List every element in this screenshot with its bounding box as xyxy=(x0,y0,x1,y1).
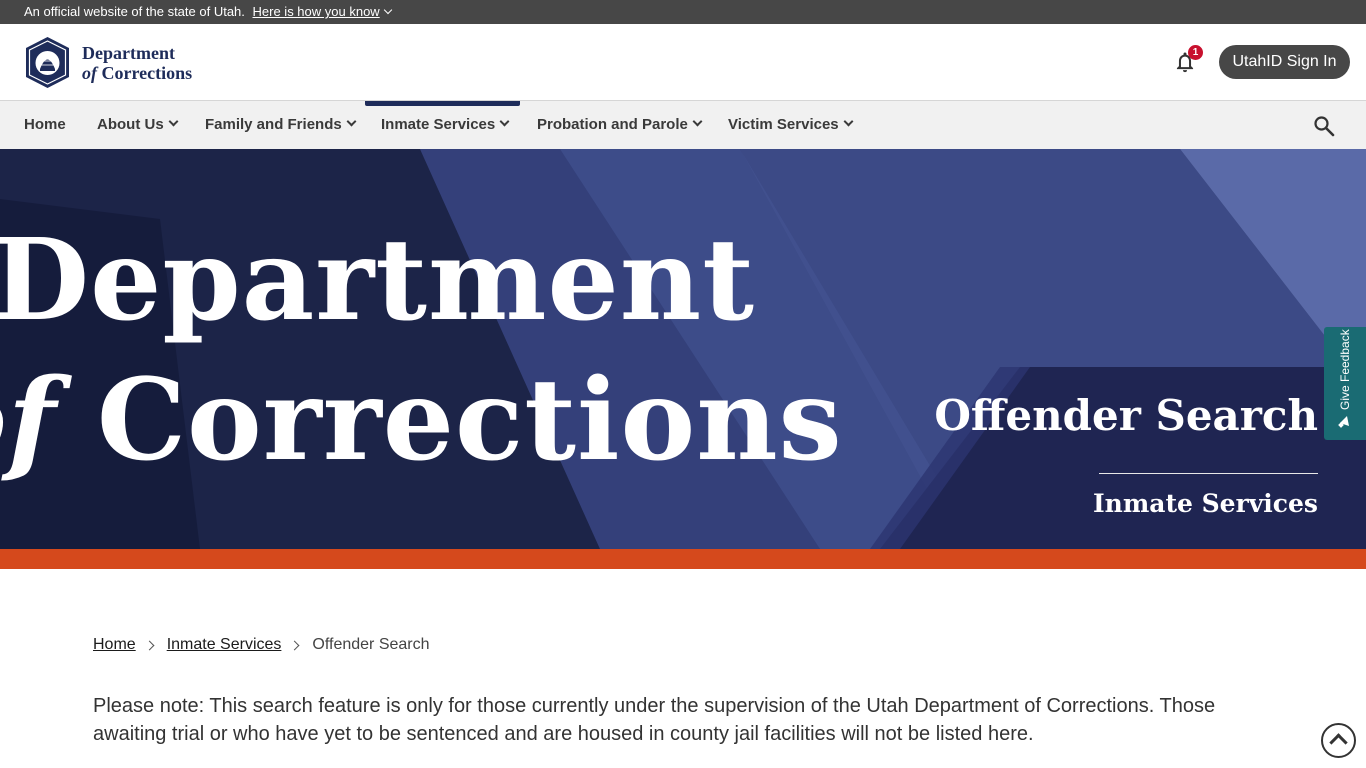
official-site-banner: An official website of the state of Utah… xyxy=(0,0,1366,24)
chevron-down-icon xyxy=(499,116,510,127)
nav-item-probation-and-parole[interactable]: Probation and Parole xyxy=(537,101,703,149)
how-you-know-link[interactable]: Here is how you know xyxy=(252,4,392,19)
give-feedback-tab[interactable]: Give Feedback xyxy=(1324,327,1366,440)
nav-label: Inmate Services xyxy=(381,116,496,133)
official-site-text: An official website of the state of Utah… xyxy=(24,4,245,19)
nav-item-victim-services[interactable]: Victim Services xyxy=(728,101,854,149)
chevron-down-icon xyxy=(843,116,854,127)
chevron-right-icon xyxy=(289,640,300,650)
breadcrumb: Home Inmate Services Offender Search xyxy=(93,636,430,654)
megaphone-icon xyxy=(1338,416,1349,428)
page-title: Offender Search xyxy=(934,391,1318,440)
logo-wordmark: Department of Corrections xyxy=(82,43,192,83)
notification-count-badge: 1 xyxy=(1188,45,1203,60)
chevron-down-icon xyxy=(168,116,179,127)
chevron-down-icon xyxy=(346,116,357,127)
hero-watermark-title: Department of Corrections xyxy=(0,211,843,491)
back-to-top-button[interactable] xyxy=(1321,723,1356,758)
chevron-right-icon xyxy=(144,640,155,650)
logo-of: of xyxy=(82,62,97,83)
nav-label: Home xyxy=(24,116,66,133)
nav-item-home[interactable]: Home xyxy=(24,101,66,149)
nav-label: Victim Services xyxy=(728,116,839,133)
nav-item-family-and-friends[interactable]: Family and Friends xyxy=(205,101,357,149)
state-seal xyxy=(26,37,69,88)
hero-divider xyxy=(1099,473,1318,474)
breadcrumb-current: Offender Search xyxy=(312,636,430,653)
logo-line-2: of Corrections xyxy=(82,63,192,83)
how-you-know-label: Here is how you know xyxy=(252,4,380,19)
chevron-down-icon xyxy=(692,116,703,127)
breadcrumb-inmate-services[interactable]: Inmate Services xyxy=(167,636,282,654)
chevron-down-icon xyxy=(383,5,392,15)
hero-watermark-line-1: Department xyxy=(0,215,755,346)
nav-label: About Us xyxy=(97,116,164,133)
accent-stripe xyxy=(0,549,1366,569)
search-scope-note: Please note: This search feature is only… xyxy=(93,695,1216,745)
nav-label: Probation and Parole xyxy=(537,116,688,133)
search-icon[interactable] xyxy=(1312,114,1336,138)
hero-banner: Department of Corrections Offender Searc… xyxy=(0,149,1366,549)
main-navigation: Home About Us Family and Friends Inmate … xyxy=(0,101,1366,149)
utahid-sign-in-button[interactable]: UtahID Sign In xyxy=(1219,45,1350,79)
logo-line-1: Department xyxy=(82,42,175,63)
logo-corrections: Corrections xyxy=(101,62,193,83)
nav-item-about-us[interactable]: About Us xyxy=(97,101,179,149)
breadcrumb-home[interactable]: Home xyxy=(93,636,136,654)
nav-item-inmate-services[interactable]: Inmate Services xyxy=(381,101,510,149)
hero-watermark-line-2: of Corrections xyxy=(0,351,843,491)
page-section-subtitle: Inmate Services xyxy=(1092,489,1318,518)
site-logo[interactable]: Department of Corrections xyxy=(24,36,192,89)
hero-watermark-corrections: Corrections xyxy=(96,355,843,486)
arrow-up-icon xyxy=(1329,733,1348,752)
hero-watermark-of: of xyxy=(0,355,57,486)
site-header: Department of Corrections 1 UtahID Sign … xyxy=(0,24,1366,101)
nav-label: Family and Friends xyxy=(205,116,342,133)
